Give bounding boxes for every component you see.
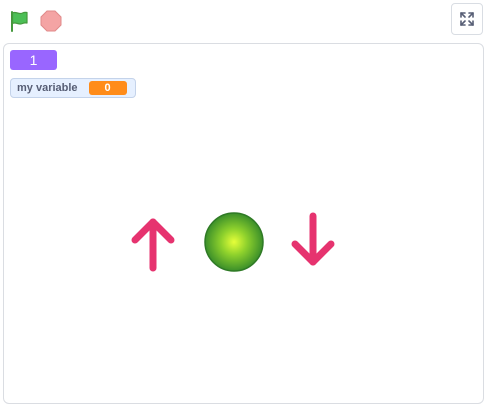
ball-sprite[interactable] bbox=[203, 211, 265, 273]
variable-value: 0 bbox=[88, 81, 127, 95]
fullscreen-icon bbox=[460, 12, 474, 26]
list-monitor-value: 1 bbox=[29, 52, 38, 68]
stop-icon bbox=[40, 10, 62, 32]
fullscreen-button[interactable] bbox=[451, 3, 483, 35]
stop-button[interactable] bbox=[39, 9, 63, 33]
variable-monitor: my variable 0 bbox=[10, 78, 136, 98]
arrow-down-sprite[interactable] bbox=[287, 212, 339, 270]
stage-header bbox=[0, 0, 488, 42]
list-monitor: 1 bbox=[10, 50, 57, 70]
stage-canvas[interactable]: 1 my variable 0 bbox=[3, 43, 484, 404]
green-flag-button[interactable] bbox=[6, 8, 32, 34]
arrow-up-sprite[interactable] bbox=[127, 214, 179, 272]
green-flag-icon bbox=[11, 11, 28, 32]
variable-label: my variable bbox=[17, 82, 78, 94]
